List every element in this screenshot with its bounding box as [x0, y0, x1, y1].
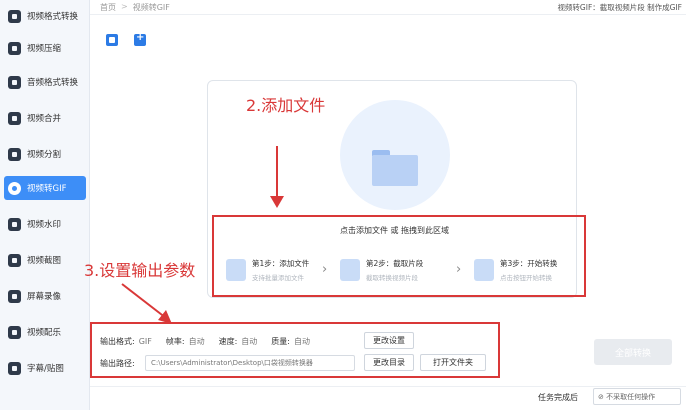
breadcrumb-separator: >: [121, 2, 128, 11]
sidebar-item-video-merge[interactable]: 视频合并: [4, 106, 86, 130]
change-settings-button[interactable]: 更改设置: [364, 332, 414, 349]
sidebar-item-video-split[interactable]: 视频分割: [4, 142, 86, 166]
change-directory-button[interactable]: 更改目录: [364, 354, 414, 371]
header-divider: [90, 14, 686, 15]
sidebar-item-video-compress[interactable]: 视频压缩: [4, 36, 86, 60]
sidebar-item-label: 视频格式转换: [27, 12, 79, 22]
output-settings-row: 输出格式: GIF 帧率: 自动 速度: 自动 质量: 自动: [100, 336, 324, 347]
sidebar-item-label: 视频合并: [27, 114, 62, 124]
breadcrumb-home[interactable]: 首页: [100, 2, 116, 13]
fps-label: 帧率:: [165, 337, 185, 346]
quality-value: 自动: [293, 337, 310, 346]
sidebar-item-screen-record[interactable]: 屏幕录像: [4, 284, 86, 308]
annotation-step2: 2.添加文件: [246, 96, 326, 115]
sidebar-item-label: 视频配乐: [27, 328, 62, 338]
sidebar-item-label: 屏幕录像: [27, 292, 62, 302]
page-description: 视频转GIF：截取视频片段 制作成GIF: [557, 3, 682, 12]
breadcrumb: 首页 > 视频转GIF: [100, 2, 170, 13]
sidebar-item-label: 视频截图: [27, 256, 62, 266]
sidebar-item-label: 音频格式转换: [27, 78, 79, 88]
sidebar-item-label: 字幕/贴图: [27, 364, 64, 374]
music-icon: [8, 325, 21, 339]
add-folder-icon[interactable]: [134, 32, 146, 46]
open-folder-button[interactable]: 打开文件夹: [420, 354, 486, 371]
video-compress-icon: [8, 41, 21, 55]
audio-format-icon: [8, 75, 21, 89]
output-path-row: 输出路径:: [100, 358, 139, 369]
quality-label: 质量:: [271, 337, 290, 346]
speed-label: 速度:: [218, 337, 238, 346]
subtitle-icon: [8, 361, 21, 375]
watermark-icon: [8, 217, 21, 231]
sidebar-item-label: 视频压缩: [27, 44, 62, 54]
video-split-icon: [8, 147, 21, 161]
breadcrumb-current: 视频转GIF: [132, 3, 170, 12]
sidebar-item-video-to-gif[interactable]: 视频转GIF: [4, 176, 86, 200]
after-task-label: 任务完成后: [538, 393, 578, 402]
format-label: 输出格式:: [100, 337, 135, 346]
sidebar-item-subtitle-sticker[interactable]: 字幕/贴图: [4, 356, 86, 380]
format-value: GIF: [138, 337, 152, 346]
after-task-select[interactable]: ⊘ 不采取任何操作: [593, 388, 681, 405]
sidebar-item-audio-format-convert[interactable]: 音频格式转换: [4, 70, 86, 94]
sidebar-item-label: 视频分割: [27, 150, 62, 160]
video-gif-icon: [8, 181, 21, 195]
add-file-icon[interactable]: [106, 34, 118, 46]
sidebar-item-label: 视频水印: [27, 220, 62, 230]
screen-record-icon: [8, 289, 21, 303]
sidebar-item-label: 视频转GIF: [27, 184, 67, 194]
fps-value: 自动: [188, 337, 205, 346]
annotation-arrow-head-icon: [270, 196, 284, 208]
convert-all-button[interactable]: 全部转换: [594, 339, 672, 365]
folder-icon: [372, 150, 418, 186]
video-merge-icon: [8, 111, 21, 125]
output-path-field[interactable]: C:\Users\Administrator\Desktop\口袋视频转换器: [145, 355, 355, 371]
speed-value: 自动: [241, 337, 258, 346]
annotation-step3: 3.设置输出参数: [84, 261, 196, 280]
sidebar-item-video-format-convert[interactable]: 视频格式转换: [4, 4, 86, 28]
screenshot-icon: [8, 253, 21, 267]
sidebar: 视频格式转换 视频压缩 音频格式转换 视频合并 视频分割 视频转GIF 视频水印…: [0, 0, 90, 410]
annotation-box-steps: [212, 215, 586, 297]
sidebar-item-video-music[interactable]: 视频配乐: [4, 320, 86, 344]
sidebar-item-video-watermark[interactable]: 视频水印: [4, 212, 86, 236]
annotation-arrow-diagonal-icon: [121, 283, 172, 324]
sidebar-item-video-screenshot[interactable]: 视频截图: [4, 248, 86, 272]
video-format-icon: [8, 9, 21, 23]
path-label: 输出路径:: [100, 359, 135, 368]
annotation-arrow-line: [276, 146, 278, 202]
